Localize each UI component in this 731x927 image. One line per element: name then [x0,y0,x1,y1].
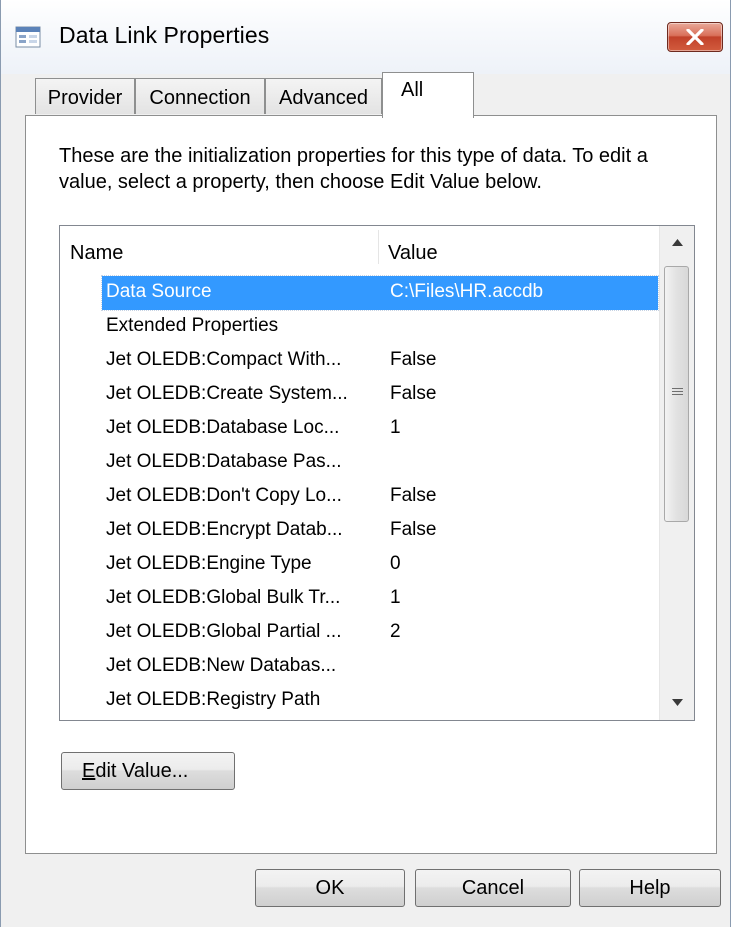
row-name: Jet OLEDB:Compact With... [106,349,342,370]
row-value: 0 [390,553,401,574]
window-title: Data Link Properties [59,22,270,48]
title-bar[interactable]: Data Link Properties [1,0,730,74]
row-name: Jet OLEDB:New Databas... [106,655,337,676]
properties-list[interactable]: Name Value Data Source C:\Files\HR.accdb… [59,225,695,721]
edit-value-button[interactable]: Edit Value... [61,752,235,790]
column-header-name[interactable]: Name [70,242,123,265]
list-row[interactable]: Jet OLEDB:Compact With... False [102,344,658,378]
row-value: False [390,485,437,506]
row-name: Extended Properties [106,315,279,336]
grip-line [672,388,683,389]
tab-provider[interactable]: Provider [35,78,135,114]
row-name: Jet OLEDB:Don't Copy Lo... [106,485,342,506]
row-name: Jet OLEDB:Global Bulk Tr... [106,587,341,608]
row-value: False [390,519,437,540]
list-row[interactable]: Jet OLEDB:Database Pas... [102,446,658,480]
row-name: Jet OLEDB:Database Pas... [106,451,342,472]
list-row[interactable]: Jet OLEDB:Create System... False [102,378,658,412]
close-button[interactable] [667,22,723,52]
row-value: 2 [390,621,401,642]
data-link-icon [15,24,41,50]
list-row[interactable]: Jet OLEDB:New Databas... [102,650,658,684]
row-name: Jet OLEDB:Encrypt Datab... [106,519,343,540]
edit-value-accelerator: E [82,760,96,782]
list-row[interactable]: Jet OLEDB:Global Bulk Tr... 1 [102,582,658,616]
row-name: Jet OLEDB:Create System... [106,383,348,404]
list-row[interactable]: Jet OLEDB:Encrypt Datab... False [102,514,658,548]
help-button[interactable]: Help [579,869,721,907]
grip-line [672,391,683,392]
list-row[interactable]: Jet OLEDB:Don't Copy Lo... False [102,480,658,514]
list-header: Name Value [60,226,660,266]
tab-connection[interactable]: Connection [135,78,265,114]
row-name: Jet OLEDB:Engine Type [106,553,312,574]
scrollbar-thumb[interactable] [664,266,689,522]
list-row[interactable]: Jet OLEDB:Global Partial ... 2 [102,616,658,650]
list-row-data-source[interactable]: Data Source C:\Files\HR.accdb [101,275,659,311]
data-link-properties-dialog: Data Link Properties Provider Connection… [0,0,731,927]
list-row[interactable]: Jet OLEDB:Database Loc... 1 [102,412,658,446]
row-name: Jet OLEDB:Database Loc... [106,417,340,438]
scroll-up-button[interactable] [660,226,694,260]
row-value: C:\Files\HR.accdb [390,281,544,302]
row-value: False [390,349,437,370]
cancel-button[interactable]: Cancel [415,869,571,907]
row-value: 1 [390,587,401,608]
column-header-value[interactable]: Value [388,242,438,265]
column-separator[interactable] [378,230,379,264]
edit-value-label: dit Value... [95,760,189,782]
vertical-scrollbar[interactable] [659,226,694,720]
list-row[interactable]: Jet OLEDB:Engine Type 0 [102,548,658,582]
description-text: These are the initialization properties … [59,145,648,193]
list-row[interactable]: Jet OLEDB:Registry Path [102,684,658,718]
list-row[interactable]: Extended Properties [102,310,658,344]
scroll-down-button[interactable] [660,686,694,720]
tab-advanced[interactable]: Advanced [265,78,382,114]
row-name: Jet OLEDB:Global Partial ... [106,621,342,642]
tab-all[interactable]: All [382,72,474,118]
ok-button[interactable]: OK [255,869,405,907]
row-value: 1 [390,417,401,438]
row-name: Jet OLEDB:Registry Path [106,689,321,710]
grip-line [672,394,683,395]
row-value: False [390,383,437,404]
row-name: Data Source [106,281,212,302]
